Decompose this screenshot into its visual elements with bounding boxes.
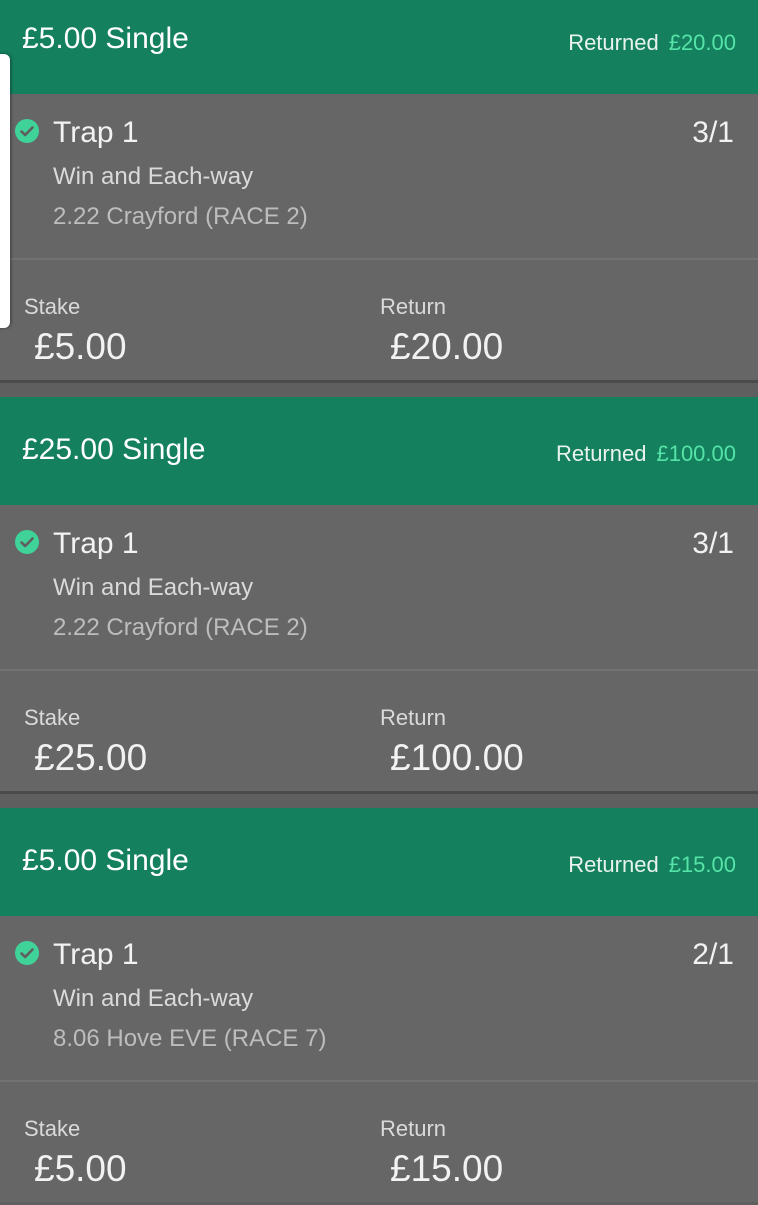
divider: [0, 258, 758, 260]
stake-value: £5.00: [34, 1148, 127, 1189]
bet-body: Trap 1 3/1 Win and Each-way 2.22 Crayfor…: [0, 94, 758, 380]
bet-card[interactable]: £25.00 Single Returned £100.00 Trap 1 3/1…: [0, 397, 758, 794]
return-value: £15.00: [390, 1148, 504, 1189]
returned-label: Returned: [555, 441, 647, 466]
event-name: 2.22 Crayford (RACE 2): [53, 614, 308, 641]
check-circle-icon: [15, 941, 39, 965]
divider: [0, 1080, 758, 1082]
card-separator: [0, 791, 758, 794]
stake-value: £5.00: [34, 326, 127, 367]
stake-label: Stake: [24, 1116, 81, 1141]
market-type: Win and Each-way: [53, 574, 254, 601]
returned-value: £20.00: [668, 30, 736, 55]
returned-label: Returned: [568, 30, 659, 55]
bet-body: Trap 1 3/1 Win and Each-way 2.22 Crayfor…: [0, 505, 758, 791]
selection-name: Trap 1: [53, 527, 139, 560]
edge-drawer-handle[interactable]: [0, 54, 10, 328]
check-circle-icon: [15, 119, 39, 143]
selection-name: Trap 1: [53, 938, 139, 971]
bet-header[interactable]: £5.00 Single Returned £15.00: [0, 808, 758, 916]
returned-value: £15.00: [668, 852, 736, 877]
divider: [0, 669, 758, 671]
odds: 2/1: [692, 938, 734, 971]
returned-value: £100.00: [656, 441, 736, 466]
bet-header[interactable]: £5.00 Single Returned £20.00: [0, 0, 758, 94]
card-separator: [0, 380, 758, 383]
market-type: Win and Each-way: [53, 985, 254, 1012]
odds: 3/1: [692, 527, 734, 560]
stake-label: Stake: [24, 705, 81, 730]
return-label: Return: [380, 705, 447, 730]
bet-title: £25.00 Single: [22, 433, 206, 466]
return-value: £20.00: [390, 326, 504, 367]
odds: 3/1: [692, 116, 734, 149]
market-type: Win and Each-way: [53, 163, 254, 190]
event-name: 2.22 Crayford (RACE 2): [53, 203, 308, 230]
returned-summary: Returned £20.00: [568, 30, 736, 56]
bet-card[interactable]: £5.00 Single Returned £20.00 Trap 1 3/1 W…: [0, 0, 758, 383]
bet-header[interactable]: £25.00 Single Returned £100.00: [0, 397, 758, 505]
return-label: Return: [380, 1116, 447, 1141]
bet-body: Trap 1 2/1 Win and Each-way 8.06 Hove EV…: [0, 916, 758, 1202]
returned-summary: Returned £100.00: [556, 441, 736, 467]
return-value: £100.00: [390, 737, 524, 778]
stake-label: Stake: [24, 294, 81, 319]
bet-card[interactable]: £5.00 Single Returned £15.00 Trap 1 2/1 W…: [0, 808, 758, 1205]
event-name: 8.06 Hove EVE (RACE 7): [53, 1025, 327, 1052]
returned-label: Returned: [568, 852, 659, 877]
stake-value: £25.00: [34, 737, 148, 778]
return-label: Return: [380, 294, 447, 319]
returned-summary: Returned £15.00: [568, 852, 736, 878]
bet-title: £5.00 Single: [22, 22, 189, 55]
selection-name: Trap 1: [53, 116, 139, 149]
bet-title: £5.00 Single: [22, 844, 189, 877]
check-circle-icon: [15, 530, 39, 554]
